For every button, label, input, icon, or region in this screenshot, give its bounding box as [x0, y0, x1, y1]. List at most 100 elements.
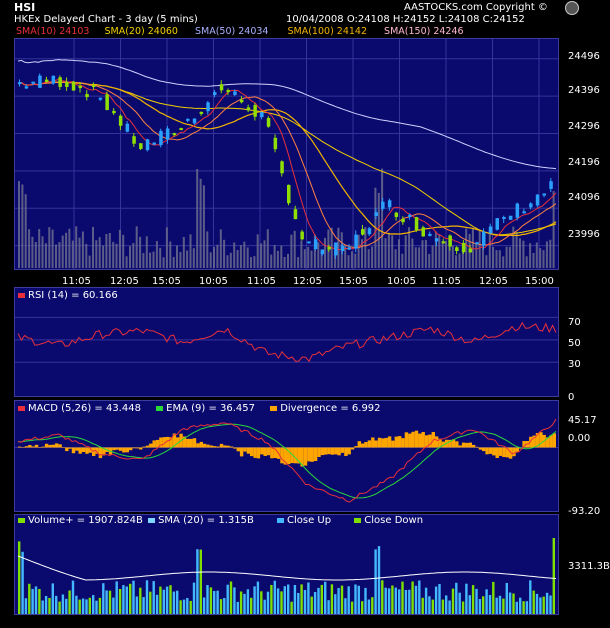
candle-body — [381, 201, 385, 209]
price-volume-bar — [139, 236, 142, 268]
volume-bar — [307, 582, 310, 614]
divergence-bar — [196, 443, 200, 448]
rsi-legend: RSI (14) = 60.166 — [18, 290, 118, 302]
volume-bar — [122, 585, 125, 614]
price-volume-bar — [51, 229, 54, 268]
divergence-bar — [145, 445, 150, 448]
rsi-tick: 50 — [568, 338, 581, 349]
price-volume-bar — [445, 241, 447, 268]
divergence-bar — [371, 437, 375, 448]
divergence-bar — [320, 447, 324, 456]
volume-bar — [482, 596, 485, 614]
candle-body — [522, 211, 526, 214]
volume-bar — [18, 541, 21, 614]
divergence-bar — [229, 446, 234, 448]
divergence-bar — [391, 440, 395, 448]
candle-body — [394, 212, 399, 217]
volume-bar — [471, 585, 475, 614]
price-volume-bar — [250, 257, 252, 268]
divergence-bar — [434, 436, 439, 448]
price-volume-bar — [169, 241, 172, 268]
divergence-bar — [482, 447, 486, 452]
divergence-bar — [347, 447, 351, 455]
price-volume-bar — [196, 169, 199, 268]
candle-body — [421, 227, 425, 237]
divergence-bar — [418, 433, 422, 448]
volume-bar — [357, 585, 360, 614]
volume-bar — [196, 549, 199, 614]
candle-body — [475, 242, 479, 245]
volume-bar — [522, 601, 525, 614]
price-volume-bar — [145, 236, 148, 268]
price-volume-bar — [387, 232, 390, 268]
candle-body — [354, 234, 358, 249]
price-volume-bar — [287, 253, 289, 268]
candle-body — [334, 242, 338, 256]
price-volume-bar — [485, 255, 488, 268]
price-tick: 24196 — [568, 157, 600, 168]
divergence-bar — [377, 437, 382, 448]
divergence-bar — [233, 447, 237, 449]
volume-sma-line — [17, 555, 557, 581]
divergence-bar — [118, 447, 123, 451]
volume-bar — [44, 596, 48, 614]
price-volume-bar — [108, 233, 111, 268]
volume-bar — [233, 587, 236, 614]
volume-bar — [478, 599, 482, 614]
divergence-bar — [455, 441, 459, 448]
divergence-bar — [139, 447, 143, 450]
volume-bar — [165, 586, 169, 614]
divergence-bar — [125, 447, 129, 453]
divergence-bar — [239, 447, 244, 457]
time-tick: 12:05 — [293, 276, 322, 287]
price-volume-bar — [303, 249, 306, 268]
divergence-bar — [28, 445, 32, 448]
volume-bar — [354, 584, 357, 614]
price-volume-bar — [81, 231, 84, 268]
volume-bar — [367, 599, 371, 614]
volume-bar — [337, 588, 340, 614]
volume-bar — [498, 595, 502, 614]
divergence-bar — [374, 440, 378, 448]
volume-bar — [246, 589, 250, 614]
divergence-bar — [250, 447, 254, 457]
price-volume-bar — [182, 237, 185, 268]
volume-bar — [92, 595, 95, 614]
price-volume-bar — [310, 250, 313, 268]
price-volume-bar — [65, 232, 68, 268]
divergence-bar — [58, 444, 62, 448]
candle-body — [549, 181, 553, 189]
price-volume-bar — [465, 228, 468, 268]
divergence-bar — [263, 447, 267, 456]
price-volume-bar — [246, 247, 249, 268]
price-volume-bar — [172, 256, 175, 268]
divergence-bar — [48, 444, 52, 448]
price-volume-bar — [85, 243, 88, 268]
volume-bar — [172, 591, 176, 614]
volume-bar — [408, 589, 411, 614]
divergence-bar — [354, 446, 358, 448]
price-volume-bar — [495, 250, 498, 268]
price-volume-bar — [549, 239, 552, 268]
price-volume-bar — [539, 248, 542, 268]
divergence-bar — [330, 447, 335, 455]
candle-body — [125, 123, 130, 132]
time-tick: 15:00 — [525, 276, 554, 287]
candle-body — [482, 231, 486, 246]
candle-body — [65, 81, 69, 87]
candle-body — [347, 247, 351, 250]
volume-bar — [95, 600, 98, 614]
volume-bar — [102, 583, 105, 614]
divergence-bar — [75, 447, 79, 451]
volume-legend: Volume+ = 1907.824B SMA (20) = 1.315B Cl… — [18, 515, 423, 527]
price-volume-bar — [78, 237, 81, 268]
candle-body — [233, 91, 237, 95]
time-tick: 12:05 — [479, 276, 508, 287]
divergence-bar — [189, 438, 193, 448]
candle-body — [414, 217, 419, 231]
divergence-bar — [24, 446, 29, 448]
time-tick: 10:05 — [199, 276, 228, 287]
ema-swatch — [156, 405, 164, 411]
price-volume-bar — [55, 244, 57, 268]
sma50-line — [17, 81, 557, 237]
